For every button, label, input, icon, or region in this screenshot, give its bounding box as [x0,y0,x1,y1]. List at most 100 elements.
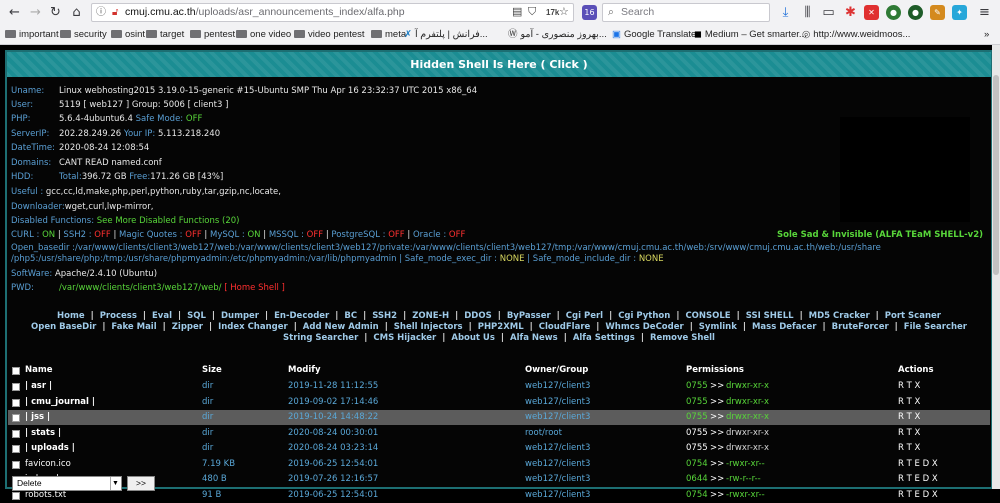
hidden-shell-banner[interactable]: Hidden Shell Is Here ( Click ) [7,52,991,77]
scrollbar[interactable] [992,45,1000,489]
file-actions[interactable]: R T X [898,426,920,441]
file-name-link[interactable]: | asr | [25,379,52,394]
menu-item-about-us[interactable]: About Us [450,333,496,344]
bookmark-pentest[interactable]: pentest [190,28,235,42]
php-extension-icon[interactable]: 16 [582,5,597,20]
dark-green-extension-icon[interactable]: ● [908,5,923,20]
menu-item-process[interactable]: Process [99,311,138,322]
menu-item-ddos[interactable]: DDOS [463,311,492,322]
menu-item-sql[interactable]: SQL [186,311,207,322]
table-row[interactable]: | jss | dir 2019-10-24 14:48:22 web127/clie… [8,410,990,425]
menu-item-symlink[interactable]: Symlink [698,322,738,333]
file-actions[interactable]: R T X [898,395,920,410]
col-name[interactable]: Name [25,363,52,378]
menu-item-bypasser[interactable]: ByPasser [506,311,552,322]
pwd-path[interactable]: /var/www/clients/client3/web127/web/ [59,283,222,293]
menu-item-file-searcher[interactable]: File Searcher [903,322,968,333]
bookmark-google-translate[interactable]: ▣ Google Translate [612,28,696,42]
menu-item-cloudflare[interactable]: CloudFlare [538,322,592,333]
file-modified[interactable]: 2019-06-25 12:54:01 [288,488,378,503]
file-actions[interactable]: R T X [898,441,920,456]
menu-item-php2xml[interactable]: PHP2XML [477,322,525,333]
menu-icon[interactable]: ≡ [976,4,993,21]
menu-item-bruteforcer[interactable]: BruteForcer [831,322,890,333]
file-octal-perm[interactable]: 0755 [686,395,708,410]
bookmark-target[interactable]: target [146,28,184,42]
menu-item-zipper[interactable]: Zipper [171,322,204,333]
menu-item-eval[interactable]: Eval [151,311,173,322]
insecure-lock-icon[interactable]: 🔓︎ [112,4,118,21]
menu-item-mass-defacer[interactable]: Mass Defacer [751,322,818,333]
menu-item-fake-mail[interactable]: Fake Mail [110,322,157,333]
table-row[interactable]: | cmu_journal | dir 2019-09-02 17:14:46 web… [8,395,990,410]
table-row[interactable]: | asr | dir 2019-11-28 11:12:55 web127/clie… [8,379,990,394]
row-checkbox[interactable] [12,491,20,500]
bookmark-faranesh[interactable]: ✗ فرانش | پلتفرم آ... [404,28,488,42]
file-modified[interactable]: 2019-11-28 11:12:55 [288,379,378,394]
bookmark-star-icon[interactable]: ☆ [559,4,569,21]
file-modified[interactable]: 2019-07-26 12:16:57 [288,472,378,487]
file-octal-perm[interactable]: 0755 [686,426,708,441]
sidebar-icon[interactable]: ▭ [820,4,837,21]
file-actions[interactable]: R T E D X [898,488,938,503]
file-actions[interactable]: R T X [898,379,920,394]
file-actions[interactable]: R T X [898,410,920,425]
menu-item-zone-h[interactable]: ZONE-H [411,311,450,322]
file-octal-perm[interactable]: 0755 [686,410,708,425]
file-octal-perm[interactable]: 0755 [686,441,708,456]
menu-item-cgi-perl[interactable]: Cgi Perl [565,311,604,322]
file-actions[interactable]: R T E D X [898,457,938,472]
bookmarks-overflow-icon[interactable]: » [984,28,989,42]
table-row[interactable]: | stats | dir 2020-08-24 00:30:01 root/root… [8,426,990,441]
url-bar[interactable]: ⓘ 🔓︎ cmuj.cmu.ac.th/uploads/asr_announce… [91,3,574,22]
row-checkbox[interactable] [12,383,20,391]
file-modified[interactable]: 2020-08-24 03:23:14 [288,441,378,456]
file-octal-perm[interactable]: 0754 [686,457,708,472]
menu-item-console[interactable]: CONSOLE [684,311,731,322]
scrollbar-thumb[interactable] [993,75,999,275]
bookmark-important[interactable]: important [5,28,59,42]
bookmark-behrouz[interactable]: Ⓦ بهروز منصوری - آمو... [508,28,607,42]
file-name-link[interactable]: | uploads | [25,441,75,456]
menu-item-cgi-python[interactable]: Cgi Python [617,311,671,322]
menu-item-alfa-settings[interactable]: Alfa Settings [572,333,636,344]
file-octal-perm[interactable]: 0755 [686,379,708,394]
menu-item-bc[interactable]: BC [343,311,358,322]
tracking-count[interactable]: 17k [546,4,559,21]
bookmark-medium[interactable]: ◼ Medium – Get smarter... [694,28,807,42]
bookmark-osint[interactable]: osint [111,28,145,42]
file-name-link[interactable]: | stats | [25,426,61,441]
menu-item-cms-hijacker[interactable]: CMS Hijacker [372,333,437,344]
menu-item-port-scaner[interactable]: Port Scaner [884,311,942,322]
bookmark-security[interactable]: security [60,28,107,42]
disabled-functions-link[interactable]: See More Disabled Functions (20) [97,216,240,226]
menu-item-home[interactable]: Home [56,311,86,322]
bug-icon[interactable]: ✱ [842,4,859,21]
menu-item-dumper[interactable]: Dumper [220,311,260,322]
home-shell-link[interactable]: [ Home Shell ] [224,283,285,293]
table-row[interactable]: index.php480 B2019-07-26 12:16:57web127/… [8,472,990,487]
green-extension-icon[interactable]: ● [886,5,901,20]
file-modified[interactable]: 2019-06-25 12:54:01 [288,457,378,472]
menu-item-whmcs-decoder[interactable]: Whmcs DeCoder [604,322,684,333]
file-modified[interactable]: 2019-10-24 14:48:22 [288,410,378,425]
row-checkbox[interactable] [12,398,20,407]
file-modified[interactable]: 2020-08-24 00:30:01 [288,426,378,441]
download-icon[interactable]: ⤓ [777,4,794,21]
bookmark-weidmoos[interactable]: ◎ http://www.weidmoos... [802,28,910,42]
reload-icon[interactable]: ↻ [47,4,64,21]
table-row[interactable]: robots.txt 91 B 2019-06-25 12:54:01 web127/… [8,488,990,503]
menu-item-alfa-news[interactable]: Alfa News [509,333,559,344]
menu-item-open-basedir[interactable]: Open BaseDir [30,322,97,333]
file-name-link[interactable]: | cmu_journal | [25,395,95,410]
col-permissions[interactable]: Permissions [686,363,744,378]
forward-arrow-icon[interactable]: → [27,4,44,21]
col-modify[interactable]: Modify [288,363,321,378]
red-extension-icon[interactable]: ✕ [864,5,879,20]
select-all-checkbox[interactable] [12,367,20,375]
row-checkbox[interactable] [12,414,20,422]
menu-item-add-new-admin[interactable]: Add New Admin [302,322,380,333]
home-icon[interactable]: ⌂ [68,4,85,21]
menu-item-ssh2[interactable]: SSH2 [371,311,398,322]
menu-item-remove-shell[interactable]: Remove Shell [649,333,716,344]
